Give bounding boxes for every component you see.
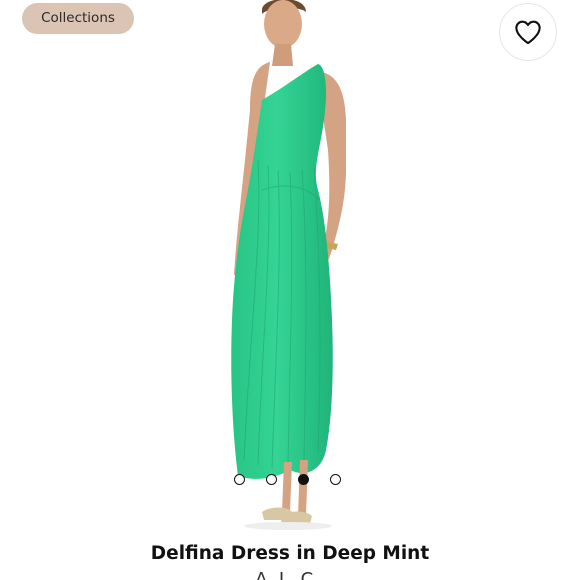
product-brand[interactable]: A.L.C. <box>0 569 580 580</box>
carousel-dot-1[interactable] <box>234 474 245 485</box>
product-image[interactable] <box>0 0 580 535</box>
product-title: Delfina Dress in Deep Mint <box>150 543 430 564</box>
carousel-dot-2[interactable] <box>266 474 277 485</box>
product-page: Collections Delfina Dress in Deep Mint A… <box>0 0 580 580</box>
carousel-dot-4[interactable] <box>330 474 341 485</box>
favorite-button[interactable] <box>499 3 557 61</box>
collections-button[interactable]: Collections <box>22 3 134 34</box>
carousel-dot-3[interactable] <box>298 474 309 485</box>
heart-icon <box>515 20 541 45</box>
carousel-indicators <box>234 474 341 486</box>
